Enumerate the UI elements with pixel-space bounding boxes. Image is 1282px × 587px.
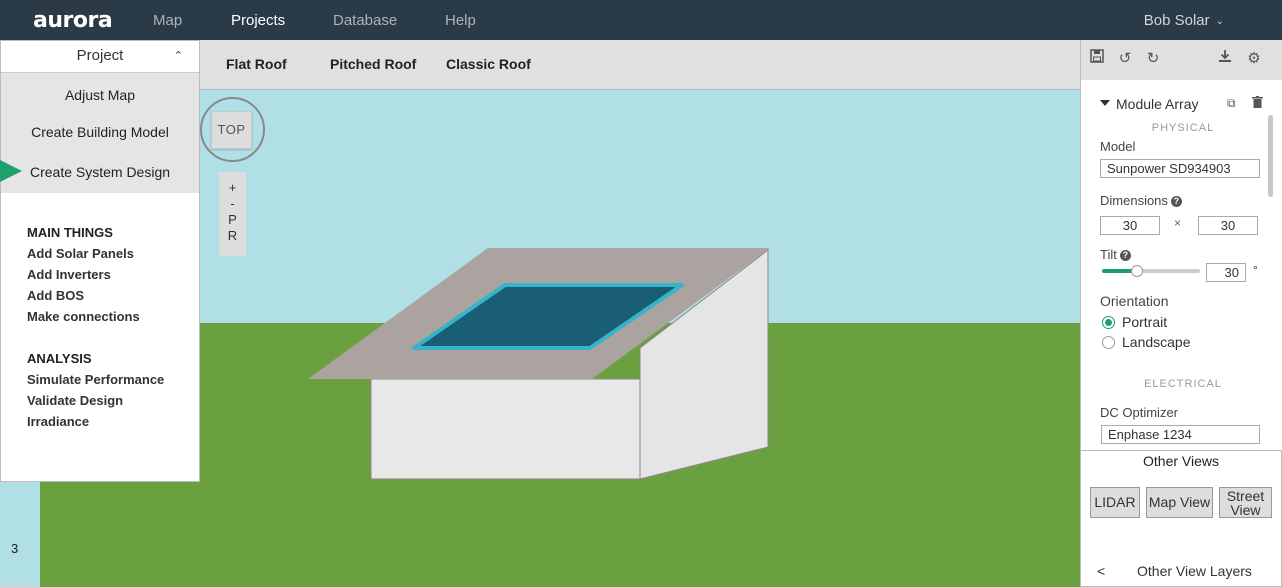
add-inverters-link[interactable]: Add Inverters bbox=[27, 267, 111, 282]
project-panel: Project ⌃ Adjust Map Create Building Mod… bbox=[0, 40, 200, 482]
validate-design-link[interactable]: Validate Design bbox=[27, 393, 123, 408]
tilt-slider-thumb[interactable] bbox=[1131, 265, 1144, 277]
active-step-arrow-icon bbox=[0, 160, 22, 182]
gear-icon[interactable]: ⚙ bbox=[1244, 49, 1264, 69]
top-view-button[interactable]: TOP bbox=[211, 111, 252, 149]
tilt-label: Tilt? bbox=[1100, 247, 1131, 262]
other-views-panel: Other Views LIDAR Map View Street View <… bbox=[1080, 450, 1282, 587]
times-symbol: × bbox=[1174, 216, 1182, 230]
dimension-x-field[interactable] bbox=[1100, 216, 1160, 235]
zoom-in-button[interactable]: + bbox=[219, 180, 246, 195]
roof-type-bar: Flat Roof Pitched Roof Classic Roof bbox=[200, 40, 1080, 90]
electrical-section-label: ELECTRICAL bbox=[1144, 378, 1222, 390]
main-things-heading: MAIN THINGS bbox=[27, 225, 113, 240]
project-header[interactable]: Project ⌃ bbox=[1, 41, 199, 73]
user-name: Bob Solar bbox=[1143, 12, 1210, 29]
aurora-logo[interactable]: aurora bbox=[33, 8, 113, 33]
tab-flat-roof[interactable]: Flat Roof bbox=[226, 56, 287, 72]
module-array-card: Module Array ⧉ PHYSICAL Model Dimensions… bbox=[1082, 80, 1282, 450]
save-icon[interactable] bbox=[1087, 49, 1107, 69]
user-menu[interactable]: Bob Solar ⌄ bbox=[1144, 12, 1224, 29]
copy-icon[interactable]: ⧉ bbox=[1227, 96, 1236, 111]
lidar-button[interactable]: LIDAR bbox=[1090, 487, 1140, 518]
add-solar-panels-link[interactable]: Add Solar Panels bbox=[27, 246, 134, 261]
portrait-label[interactable]: Portrait bbox=[1122, 314, 1167, 330]
irradiance-link[interactable]: Irradiance bbox=[27, 414, 89, 429]
dimension-y-field[interactable] bbox=[1198, 216, 1258, 235]
tab-classic-roof[interactable]: Classic Roof bbox=[446, 56, 531, 72]
chevron-up-icon[interactable]: ⌃ bbox=[174, 41, 183, 71]
expand-layers-icon[interactable]: < bbox=[1097, 563, 1105, 579]
landscape-radio[interactable] bbox=[1102, 336, 1115, 349]
tab-pitched-roof[interactable]: Pitched Roof bbox=[330, 56, 416, 72]
make-connections-link[interactable]: Make connections bbox=[27, 309, 140, 324]
street-view-button[interactable]: Street View bbox=[1219, 487, 1272, 518]
degree-symbol: ° bbox=[1253, 263, 1258, 277]
step-adjust-map[interactable]: Adjust Map bbox=[1, 87, 199, 103]
nav-database[interactable]: Database bbox=[333, 12, 397, 29]
model-field[interactable] bbox=[1100, 159, 1260, 178]
model-label: Model bbox=[1100, 139, 1136, 154]
help-icon[interactable]: ? bbox=[1119, 250, 1131, 262]
workflow-steps: Adjust Map Create Building Model Create … bbox=[1, 73, 199, 193]
viewport-left-strip bbox=[0, 480, 40, 587]
rotate-button[interactable]: R bbox=[219, 228, 246, 243]
step-create-system-design[interactable]: Create System Design bbox=[1, 164, 199, 180]
module-array-title: Module Array bbox=[1116, 96, 1199, 112]
portrait-radio[interactable] bbox=[1102, 316, 1115, 329]
add-bos-link[interactable]: Add BOS bbox=[27, 288, 84, 303]
project-title: Project bbox=[76, 47, 124, 64]
pan-button[interactable]: P bbox=[219, 212, 246, 227]
orientation-label: Orientation bbox=[1100, 293, 1169, 309]
nav-help[interactable]: Help bbox=[445, 12, 476, 29]
tilt-label-text: Tilt bbox=[1100, 247, 1117, 262]
building-model[interactable] bbox=[300, 240, 780, 485]
tilt-slider[interactable] bbox=[1102, 265, 1200, 277]
dc-optimizer-label: DC Optimizer bbox=[1100, 405, 1179, 420]
top-navbar: aurora Map Projects Database Help Bob So… bbox=[0, 0, 1282, 40]
other-view-layers-label: Other View Layers bbox=[1137, 563, 1252, 579]
other-views-title: Other Views bbox=[1143, 453, 1219, 469]
landscape-label[interactable]: Landscape bbox=[1122, 334, 1191, 350]
dimensions-label: Dimensions? bbox=[1100, 193, 1182, 208]
dc-optimizer-field[interactable] bbox=[1101, 425, 1260, 444]
map-view-button[interactable]: Map View bbox=[1146, 487, 1213, 518]
page-number: 3 bbox=[11, 541, 19, 556]
redo-icon[interactable]: ↻ bbox=[1143, 49, 1163, 69]
trash-icon[interactable] bbox=[1252, 96, 1263, 111]
undo-icon[interactable]: ↺ bbox=[1115, 49, 1135, 69]
chevron-down-icon: ⌄ bbox=[1215, 15, 1224, 27]
zoom-controls: + - P R bbox=[219, 172, 246, 256]
step-create-building-model[interactable]: Create Building Model bbox=[1, 124, 199, 140]
right-toolbar: ↺ ↻ ⚙ bbox=[1080, 40, 1282, 80]
analysis-heading: ANALYSIS bbox=[27, 351, 92, 366]
zoom-out-button[interactable]: - bbox=[219, 196, 246, 211]
caret-down-icon[interactable] bbox=[1100, 100, 1110, 106]
help-icon[interactable]: ? bbox=[1170, 196, 1182, 208]
simulate-performance-link[interactable]: Simulate Performance bbox=[27, 372, 164, 387]
properties-panel: Module Array ⧉ PHYSICAL Model Dimensions… bbox=[1080, 80, 1282, 450]
tilt-field[interactable] bbox=[1206, 263, 1246, 282]
download-icon[interactable] bbox=[1215, 49, 1235, 69]
nav-projects[interactable]: Projects bbox=[231, 12, 285, 29]
building-front-wall bbox=[370, 378, 641, 480]
physical-section-label: PHYSICAL bbox=[1151, 122, 1215, 134]
nav-map[interactable]: Map bbox=[153, 12, 182, 29]
dimensions-label-text: Dimensions bbox=[1100, 193, 1168, 208]
